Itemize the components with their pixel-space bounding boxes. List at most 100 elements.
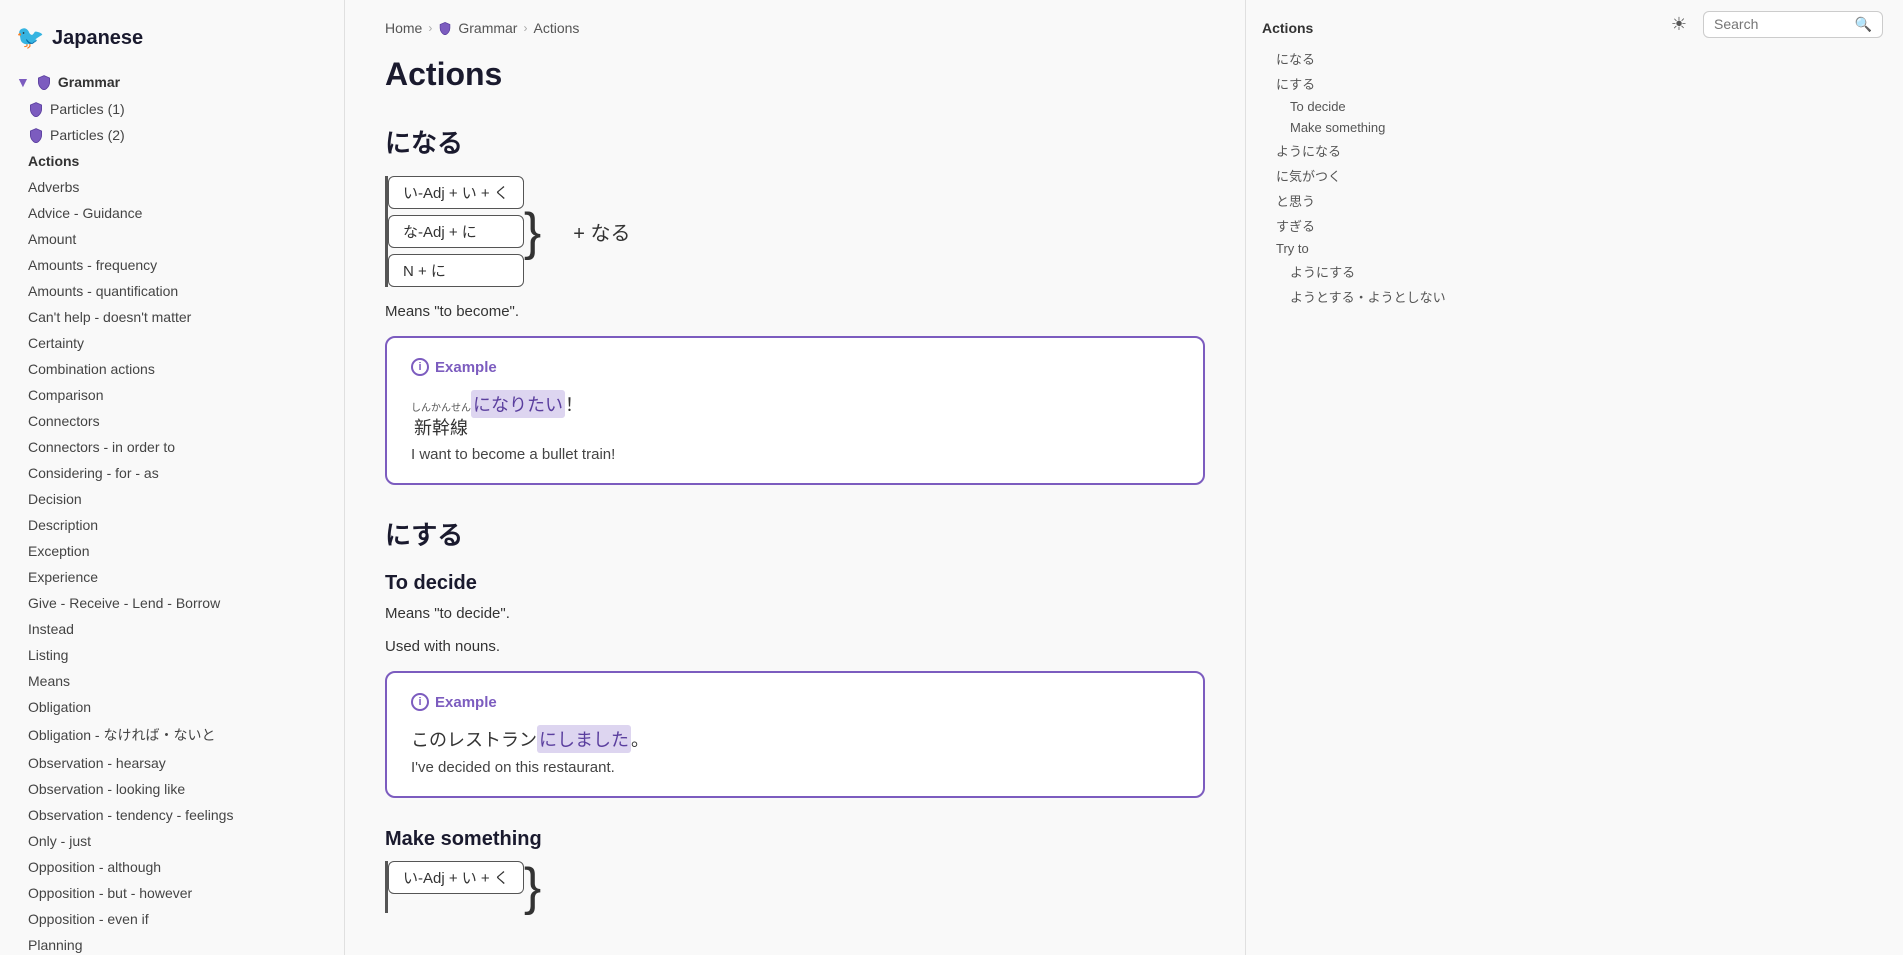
sidebar-item-obligation[interactable]: Obligation (0, 694, 344, 720)
sidebar-item-label: Observation - tendency - feelings (28, 807, 233, 823)
breadcrumb-sep1: › (428, 21, 432, 35)
info-icon: i (411, 358, 429, 376)
sidebar-item-exception[interactable]: Exception (0, 538, 344, 564)
sidebar-item-label: Only - just (28, 833, 91, 849)
sidebar-item-observation-looking[interactable]: Observation - looking like (0, 776, 344, 802)
breadcrumb-grammar[interactable]: Grammar (458, 20, 517, 36)
grammar-section-header[interactable]: ▼ Grammar (0, 68, 344, 96)
sidebar-item-opposition-even[interactable]: Opposition - even if (0, 906, 344, 932)
sidebar-item-amount[interactable]: Amount (0, 226, 344, 252)
toc-item-you-to-suru[interactable]: ようとする・ようとしない (1262, 284, 1459, 309)
subsection-heading-to-decide: To decide (385, 572, 1205, 595)
sidebar-item-label: Observation - hearsay (28, 755, 166, 771)
theme-toggle-button[interactable]: ☀ (1665, 10, 1693, 38)
sidebar-item-opposition-but[interactable]: Opposition - but - however (0, 880, 344, 906)
toc-item-you-ni-naru[interactable]: ようになる (1262, 138, 1459, 163)
sidebar-item-combination[interactable]: Combination actions (0, 356, 344, 382)
sidebar-item-connectors[interactable]: Connectors (0, 408, 344, 434)
sidebar-item-amounts-freq[interactable]: Amounts - frequency (0, 252, 344, 278)
sidebar-item-label: Observation - looking like (28, 781, 185, 797)
sidebar-item-experience[interactable]: Experience (0, 564, 344, 590)
sidebar-item-comparison[interactable]: Comparison (0, 382, 344, 408)
sidebar-item-means[interactable]: Means (0, 668, 344, 694)
toc-item-to-omou[interactable]: と思う (1262, 188, 1459, 213)
app-title: Japanese (52, 27, 143, 50)
sidebar-item-instead[interactable]: Instead (0, 616, 344, 642)
grammar-shield-icon (36, 74, 52, 90)
example-label-to-decide: Example (435, 694, 497, 711)
toc-item-ni-ki-ga-tsuku[interactable]: に気がつく (1262, 163, 1459, 188)
chevron-down-icon: ▼ (16, 74, 30, 90)
search-input[interactable] (1714, 16, 1849, 32)
toc-item-sugiru[interactable]: すぎる (1262, 213, 1459, 238)
sidebar-item-planning[interactable]: Planning (0, 932, 344, 955)
section-heading-ni-suru: にする (385, 515, 1205, 552)
sidebar-item-label: Opposition - although (28, 859, 161, 875)
sidebar-item-label: Amount (28, 231, 76, 247)
breadcrumb-home[interactable]: Home (385, 20, 422, 36)
toc-item-ni-suru[interactable]: にする (1262, 71, 1459, 96)
sidebar-item-particles2[interactable]: Particles (2) (0, 122, 344, 148)
means-text-ni-naru: Means "to become". (385, 303, 1205, 320)
sidebar-item-label: Actions (28, 153, 79, 169)
sidebar-item-give-receive[interactable]: Give - Receive - Lend - Borrow (0, 590, 344, 616)
sidebar-item-observation-tendency[interactable]: Observation - tendency - feelings (0, 802, 344, 828)
grammar-breadcrumb-icon (438, 21, 452, 35)
right-toc-title: Actions (1262, 20, 1459, 36)
sidebar-item-obligation-nakereba[interactable]: Obligation - なければ・ないと (0, 720, 344, 750)
shield-icon (28, 127, 44, 143)
toc-item-make-something[interactable]: Make something (1262, 117, 1459, 138)
svg-text:🐦: 🐦 (16, 24, 44, 50)
sidebar-item-decision[interactable]: Decision (0, 486, 344, 512)
sidebar-item-opposition-although[interactable]: Opposition - although (0, 854, 344, 880)
sidebar-item-label: Amounts - quantification (28, 283, 178, 299)
sidebar-item-label: Certainty (28, 335, 84, 351)
toc-item-try-to[interactable]: Try to (1262, 238, 1459, 259)
sidebar-item-cant-help[interactable]: Can't help - doesn't matter (0, 304, 344, 330)
sidebar-item-label: Experience (28, 569, 98, 585)
sidebar-item-listing[interactable]: Listing (0, 642, 344, 668)
sidebar-item-label: Connectors - in order to (28, 439, 175, 455)
sidebar-item-label: Description (28, 517, 98, 533)
sidebar-item-advice[interactable]: Advice - Guidance (0, 200, 344, 226)
subsection-heading-make-something: Make something (385, 828, 1205, 851)
sidebar-item-particles1[interactable]: Particles (1) (0, 96, 344, 122)
grammar-box-make-something: い-Adj + い + く } (385, 861, 1205, 913)
toc-item-you-ni-suru[interactable]: ようにする (1262, 259, 1459, 284)
sidebar-item-label: Exception (28, 543, 89, 559)
sidebar-item-label: Adverbs (28, 179, 79, 195)
grammar-item-naadj: な-Adj + に (388, 215, 524, 248)
app-title-row: 🐦 Japanese (0, 16, 344, 68)
sidebar-item-label: Can't help - doesn't matter (28, 309, 191, 325)
sidebar-item-adverbs[interactable]: Adverbs (0, 174, 344, 200)
example-english-to-decide: I've decided on this restaurant. (411, 759, 1179, 776)
example-japanese-to-decide: このレストランにしました。 (411, 725, 1179, 753)
search-bar: 🔍 (1703, 11, 1883, 38)
sidebar-item-considering[interactable]: Considering - for - as (0, 460, 344, 486)
toc-item-to-decide[interactable]: To decide (1262, 96, 1459, 117)
example-box-to-decide: i Example このレストランにしました。 I've decided on … (385, 671, 1205, 798)
sidebar-item-amounts-quant[interactable]: Amounts - quantification (0, 278, 344, 304)
sidebar-item-label: Planning (28, 937, 83, 953)
grammar-item-make-iadj: い-Adj + い + く (388, 861, 524, 894)
section-heading-ni-naru: になる (385, 123, 1205, 160)
highlighted-text: になりたい (471, 390, 565, 418)
sidebar-item-description[interactable]: Description (0, 512, 344, 538)
breadcrumb: Home › Grammar › Actions (385, 20, 1205, 36)
header: ☀ 🔍 (1645, 0, 1903, 48)
sidebar-item-certainty[interactable]: Certainty (0, 330, 344, 356)
brace-bracket-make: } (524, 861, 541, 913)
example-header: i Example (411, 358, 1179, 376)
main-content: Home › Grammar › Actions Actions になる い-A… (345, 0, 1245, 955)
sidebar-item-connectors-order[interactable]: Connectors - in order to (0, 434, 344, 460)
highlighted-text-decide: にしました (537, 725, 631, 753)
sidebar-item-label: Considering - for - as (28, 465, 159, 481)
right-sidebar: Actions になる にする To decide Make something… (1245, 0, 1475, 955)
sidebar-item-label: Connectors (28, 413, 100, 429)
toc-item-ni-naru[interactable]: になる (1262, 46, 1459, 71)
sidebar-item-label: Decision (28, 491, 82, 507)
sidebar-item-observation-hearsay[interactable]: Observation - hearsay (0, 750, 344, 776)
sidebar-item-only-just[interactable]: Only - just (0, 828, 344, 854)
sidebar-item-actions[interactable]: Actions (0, 148, 344, 174)
sidebar-item-label: Means (28, 673, 70, 689)
